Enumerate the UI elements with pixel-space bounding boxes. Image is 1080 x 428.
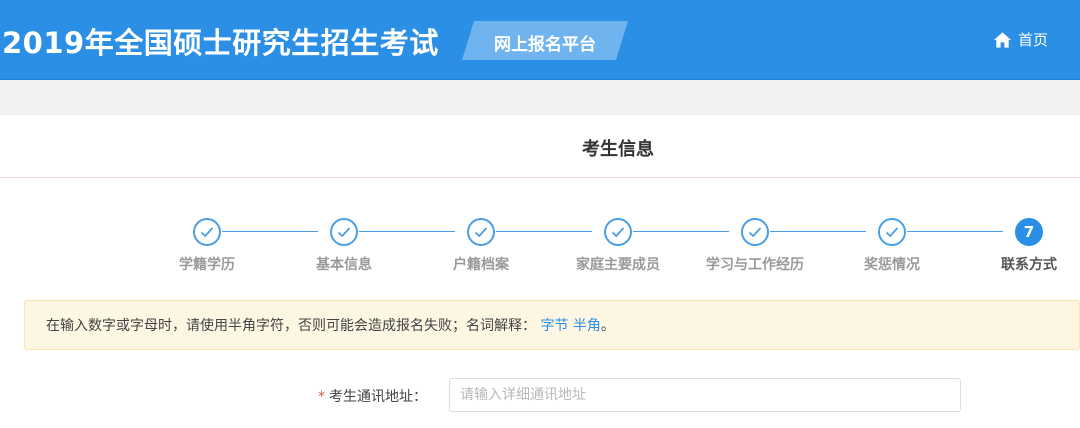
platform-label: 网上报名平台 [494,35,596,55]
step-connector [222,231,318,232]
step-label: 学习与工作经历 [706,257,804,273]
step-label: 奖惩情况 [864,257,920,273]
step-connector [770,231,866,232]
check-icon [330,218,358,246]
check-icon [878,218,906,246]
halfwidth-link[interactable]: 半角 [573,318,601,334]
step-label: 家庭主要成员 [576,257,660,273]
top-spacer [0,80,1080,114]
home-icon [993,31,1012,48]
step-label: 学籍学历 [179,257,235,273]
step-progress: 学籍学历 基本信息 户籍档案 家庭主要成员 学习与工作经历 奖惩情况 7 联系方… [0,218,1080,278]
halfwidth-notice: 在输入数字或字母时，请使用半角字符，否则可能会造成报名失败；名词解释： 字节 半… [24,300,1080,350]
check-icon [467,218,495,246]
step-connector [496,231,592,232]
address-label-text: 考生通讯地址： [329,389,427,405]
panel-header: 考生信息 [0,114,1080,178]
home-label: 首页 [1018,31,1049,49]
home-link[interactable]: 首页 [993,29,1048,50]
step-connector [359,231,455,232]
step-number-badge: 7 [1015,218,1043,246]
notice-end: 。 [600,318,615,334]
platform-badge: 网上报名平台 [462,21,628,60]
step-connector [907,231,1003,232]
required-mark: * [318,389,325,405]
bytes-link[interactable]: 字节 [540,318,568,334]
address-label: * 考生通讯地址： [318,386,427,406]
step-connector [633,231,729,232]
top-header: 2019年全国硕士研究生招生考试 网上报名平台 首页 [0,0,1080,80]
step-label: 户籍档案 [453,257,509,273]
notice-text: 在输入数字或字母时，请使用半角字符，否则可能会造成报名失败；名词解释： [46,318,536,334]
exam-title: 2019年全国硕士研究生招生考试 [2,26,439,60]
address-input[interactable] [449,378,961,412]
panel-title: 考生信息 [582,139,654,160]
check-icon [741,218,769,246]
check-icon [604,218,632,246]
step-label: 基本信息 [316,257,372,273]
info-panel: 考生信息 学籍学历 基本信息 户籍档案 家庭主要成员 学习与工作经历 奖惩情况 … [0,114,1080,428]
step-label: 联系方式 [1001,257,1057,273]
check-icon [193,218,221,246]
